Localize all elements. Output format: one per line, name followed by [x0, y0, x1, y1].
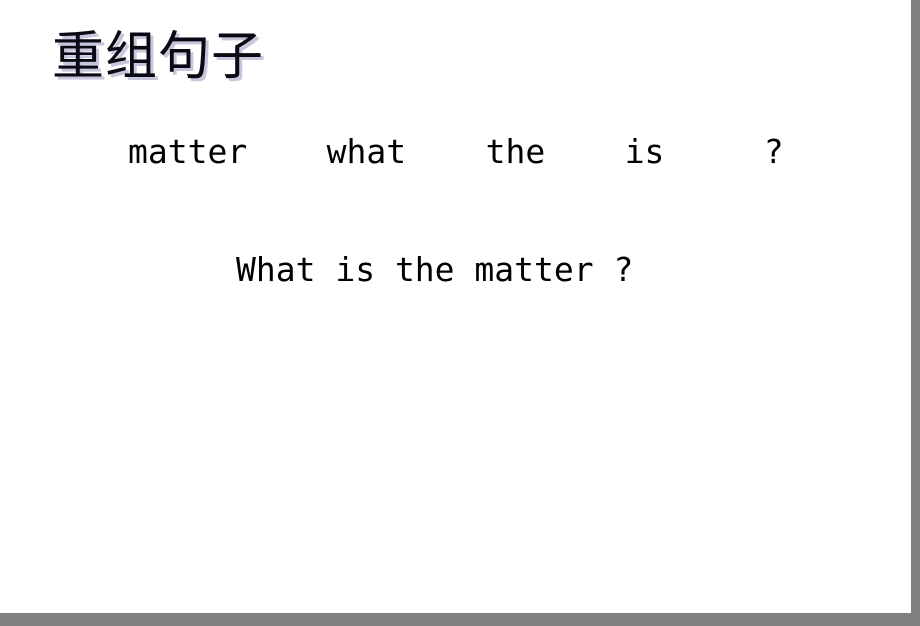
slide-frame-shadow-right [911, 0, 920, 613]
scrambled-sentence-line: matter what the is ? [128, 132, 784, 171]
slide-canvas: 重组句子 matter what the is ? What is the ma… [0, 0, 911, 613]
answer-sentence-line: What is the matter ? [236, 250, 634, 289]
slide-frame-shadow-bottom [0, 613, 920, 626]
slide-root: 重组句子 matter what the is ? What is the ma… [0, 0, 920, 626]
page-title: 重组句子 [52, 27, 265, 87]
